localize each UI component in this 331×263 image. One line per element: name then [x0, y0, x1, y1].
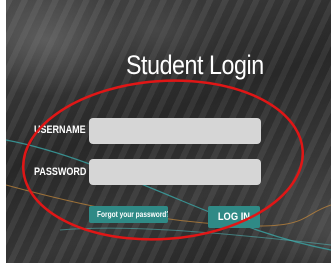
username-input[interactable]	[89, 118, 261, 144]
page-title: Student Login	[126, 50, 264, 80]
login-screen: Student Login USERNAME PASSWORD Forgot y…	[0, 0, 331, 263]
password-input[interactable]	[89, 159, 261, 185]
forgot-password-label: Forgot your password?	[97, 210, 168, 219]
login-button-label: LOG IN	[217, 211, 251, 223]
password-label: PASSWORD	[34, 166, 87, 178]
forgot-password-button[interactable]: Forgot your password?	[89, 206, 168, 223]
login-button[interactable]: LOG IN	[208, 206, 260, 228]
username-label: USERNAME	[34, 124, 86, 136]
